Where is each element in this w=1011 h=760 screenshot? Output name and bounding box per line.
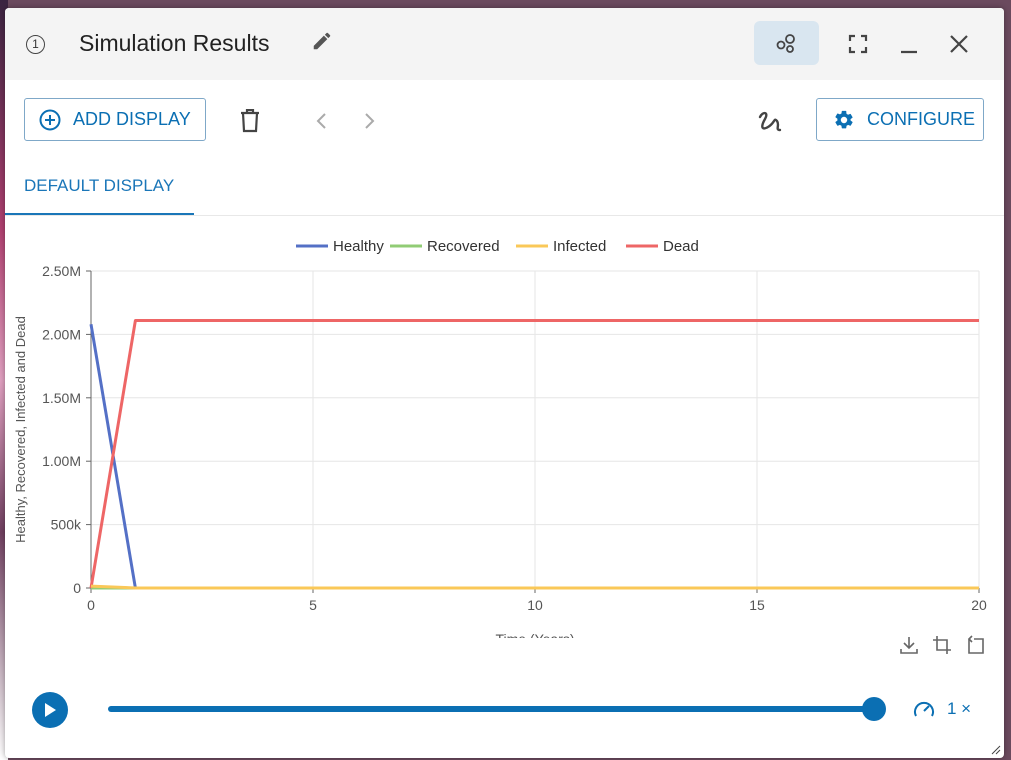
previous-display-button[interactable] <box>310 108 332 134</box>
playback-speed-control[interactable]: 1 × <box>913 699 971 719</box>
reset-zoom-icon <box>967 635 984 654</box>
minimize-icon <box>901 50 917 54</box>
step-number-icon: 1 <box>26 35 45 54</box>
tab-divider <box>5 215 1004 216</box>
x-tick-label: 10 <box>527 597 543 613</box>
add-circle-icon <box>39 109 61 130</box>
timeline-slider-thumb[interactable] <box>862 697 886 721</box>
download-icon <box>900 637 918 654</box>
configure-button[interactable]: CONFIGURE <box>816 98 984 141</box>
x-tick-label: 20 <box>971 597 987 613</box>
simulation-results-window: 1 Simulation Results ADD DISPLAY CONFIGU… <box>5 8 1004 758</box>
zoom-select-button[interactable] <box>931 634 953 656</box>
fullscreen-icon <box>848 34 868 54</box>
fullscreen-button[interactable] <box>843 30 873 58</box>
timeline-slider-track[interactable] <box>108 706 875 712</box>
legend-label-infected: Infected <box>553 238 606 255</box>
tab-default-display[interactable]: DEFAULT DISPLAY <box>5 168 194 216</box>
x-tick-label: 5 <box>309 597 317 613</box>
next-display-button[interactable] <box>359 108 381 134</box>
squiggle-icon <box>758 111 782 132</box>
x-tick-label: 0 <box>87 597 95 613</box>
chevron-right-icon <box>365 113 375 129</box>
minimize-button[interactable] <box>894 30 924 58</box>
playback-speed-label: 1 × <box>947 699 972 718</box>
close-icon <box>950 35 968 53</box>
x-tick-label: 15 <box>749 597 765 613</box>
download-chart-button[interactable] <box>898 634 920 656</box>
gear-icon <box>835 110 853 128</box>
chevron-left-icon <box>316 113 326 129</box>
y-tick-label: 2.50M <box>42 263 81 279</box>
model-icon <box>776 34 795 53</box>
y-tick-label: 1.00M <box>42 453 81 469</box>
draw-annotation-button[interactable] <box>755 107 785 137</box>
reset-zoom-button[interactable] <box>964 634 986 656</box>
y-tick-label: 1.50M <box>42 390 81 406</box>
legend-label-healthy: Healthy <box>333 238 384 255</box>
add-display-button[interactable]: ADD DISPLAY <box>24 98 206 141</box>
edit-icon[interactable] <box>311 30 333 57</box>
y-tick-label: 2.00M <box>42 326 81 342</box>
play-button[interactable] <box>32 692 68 728</box>
speed-icon <box>914 701 934 717</box>
model-button[interactable] <box>754 21 819 65</box>
y-tick-label: 0 <box>73 580 81 596</box>
close-button[interactable] <box>944 30 974 58</box>
resize-handle-icon[interactable] <box>991 745 1001 755</box>
configure-label: CONFIGURE <box>867 109 975 129</box>
legend-label-dead: Dead <box>663 238 699 255</box>
results-chart: 0 500k 1.00M 1.50M 2.00M 2.50M 0 5 10 15 20 Time (Y… <box>13 238 987 638</box>
y-axis-label: Healthy, Recovered, Infected and Dead <box>13 316 28 543</box>
x-axis-label: Time (Years) <box>495 631 574 638</box>
delete-display-button[interactable] <box>238 108 262 134</box>
y-tick-label: 500k <box>51 517 82 533</box>
crop-icon <box>933 636 951 654</box>
trash-icon <box>241 109 259 133</box>
legend-label-recovered: Recovered <box>427 238 500 255</box>
title-bar: 1 Simulation Results <box>5 8 1004 80</box>
play-icon <box>45 703 56 717</box>
window-title: Simulation Results <box>79 30 270 56</box>
add-display-label: ADD DISPLAY <box>73 109 191 129</box>
